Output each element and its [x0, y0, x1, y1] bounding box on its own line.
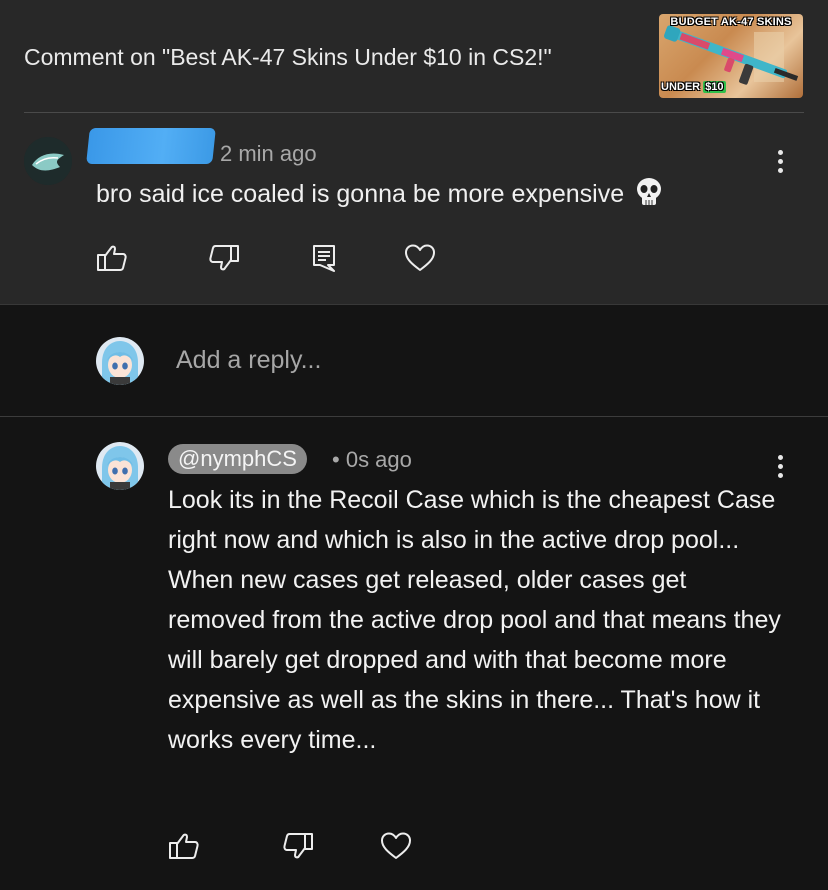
comment-header: Comment on "Best AK-47 Skins Under $10 i… — [0, 0, 828, 112]
thumbnail-top-text: BUDGET AK-47 SKINS — [670, 16, 792, 28]
reply-icon[interactable] — [306, 240, 342, 276]
heart-icon[interactable] — [402, 240, 438, 276]
thumbnail-price: $10 — [703, 81, 726, 93]
reply-dislike-icon[interactable] — [280, 828, 316, 864]
video-thumbnail[interactable]: BUDGET AK-47 SKINS UNDER $10 — [659, 14, 803, 98]
reply-heart-icon[interactable] — [378, 828, 414, 864]
reply-author-handle[interactable]: @nymphCS — [168, 444, 307, 474]
reply-text: Look its in the Recoil Case which is the… — [168, 486, 781, 754]
comment-card: Comment on "Best AK-47 Skins Under $10 i… — [0, 0, 828, 305]
skull-emoji-icon — [634, 176, 664, 215]
reply-meta: • 0s ago — [332, 447, 412, 473]
commenter-avatar[interactable] — [24, 137, 72, 185]
redacted-username — [86, 128, 216, 164]
reply-time: 0s ago — [345, 447, 412, 472]
comment-body: bro said ice coaled is gonna be more exp… — [96, 180, 625, 209]
reply-input[interactable] — [176, 346, 736, 375]
comment-text: bro said ice coaled is gonna be more exp… — [96, 176, 664, 215]
thumbnail-under-label: UNDER — [661, 81, 701, 93]
page-title: Comment on "Best AK-47 Skins Under $10 i… — [24, 44, 552, 70]
dislike-icon[interactable] — [206, 240, 242, 276]
reply-like-icon[interactable] — [166, 828, 202, 864]
comment-more-icon[interactable] — [770, 150, 790, 180]
reply-author-avatar[interactable] — [96, 442, 144, 490]
like-icon[interactable] — [94, 240, 130, 276]
thumbnail-under-text: UNDER $10 — [661, 81, 726, 93]
header-divider — [24, 112, 804, 113]
meta-separator: • — [332, 447, 340, 472]
comment-time: 2 min ago — [220, 141, 317, 166]
user-avatar[interactable] — [96, 337, 144, 385]
